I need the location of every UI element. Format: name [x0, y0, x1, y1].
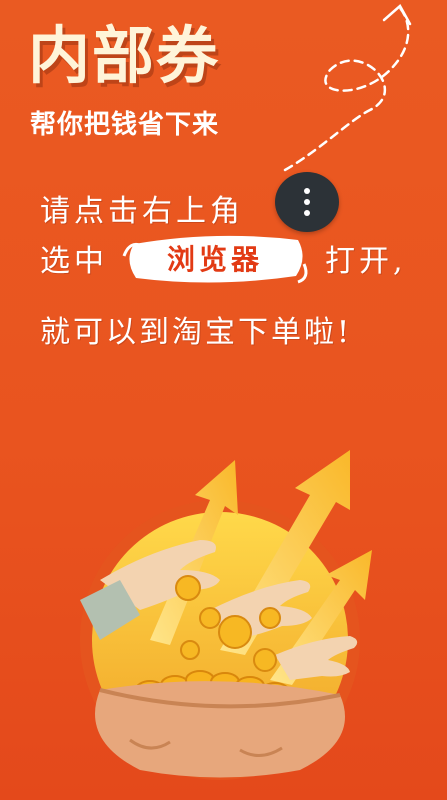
instruction-line-2-suffix: 打开, [325, 244, 407, 279]
page-subtitle: 帮你把钱省下来 [30, 110, 220, 140]
page-title: 内部券 [28, 19, 221, 92]
more-vertical-icon [304, 188, 310, 216]
menu-button[interactable] [275, 172, 339, 232]
curved-arrow-icon [283, 4, 412, 172]
instruction-line-2-prefix: 选中 [40, 244, 108, 279]
browser-label: 浏览器 [166, 243, 263, 276]
money-bag-illustration [80, 450, 372, 780]
instruction-line-3: 就可以到淘宝下单啦! [40, 315, 353, 350]
instruction-line-1: 请点击右上角 [40, 194, 244, 229]
browser-badge: 浏览器 [120, 228, 310, 288]
